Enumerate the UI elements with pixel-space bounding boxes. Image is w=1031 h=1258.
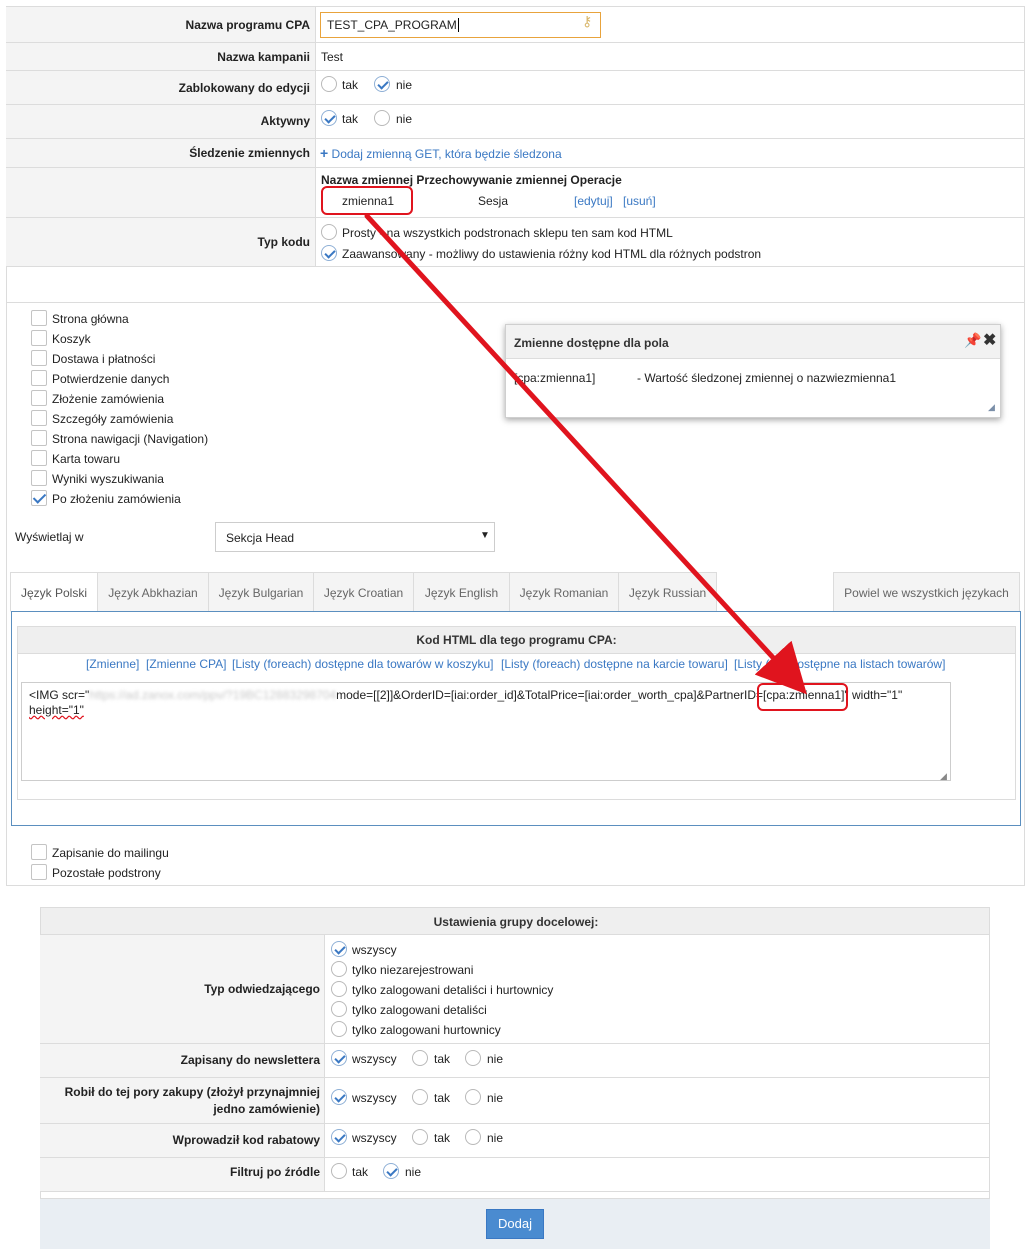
newsletter-label: Zapisany do newslettera [180,1053,320,1067]
visitor-type-radio[interactable] [331,961,347,977]
visitor-type-option-label: tylko niezarejestrowani [352,963,474,977]
newsletter-yes-label: tak [434,1052,451,1066]
coupon-no-label: nie [487,1131,504,1145]
visitor-type-option-label: tylko zalogowani hurtownicy [352,1023,501,1037]
coupon-no-radio[interactable] [465,1129,481,1145]
visitor-type-radio[interactable] [331,981,347,997]
purchased-yes-label: tak [434,1091,451,1105]
visitor-type-radio[interactable] [331,1001,347,1017]
row-source: Filtruj po źródle [40,1158,990,1192]
source-yes-radio[interactable] [331,1163,347,1179]
newsletter-all-radio[interactable] [331,1050,347,1066]
purchased-all-radio[interactable] [331,1089,347,1105]
coupon-all-radio[interactable] [331,1129,347,1145]
source-label: Filtruj po źródle [230,1165,320,1179]
coupon-label: Wprowadził kod rabatowy [172,1133,320,1147]
visitor-type-radio[interactable] [331,941,347,957]
target-group-header: Ustawienia grupy docelowej: [433,915,599,929]
visitor-type-option-label: tylko zalogowani detaliści [352,1003,487,1017]
purchased-all-label: wszyscy [352,1091,397,1105]
source-no-label: nie [405,1165,422,1179]
target-group-header-row: Ustawienia grupy docelowej: [40,907,990,935]
coupon-yes-radio[interactable] [412,1129,428,1145]
add-button[interactable]: Dodaj [486,1209,544,1239]
visitor-type-option-label: tylko zalogowani detaliści i hurtownicy [352,983,554,997]
coupon-all-label: wszyscy [352,1131,397,1145]
source-yes-label: tak [352,1165,369,1179]
newsletter-no-label: nie [487,1052,504,1066]
newsletter-all-label: wszyscy [352,1052,397,1066]
purchased-label: Robił do tej pory zakupy (złożył przynaj… [64,1085,320,1116]
visitor-type-radio[interactable] [331,1021,347,1037]
newsletter-no-radio[interactable] [465,1050,481,1066]
row-coupon: Wprowadził kod rabatowy [40,1124,990,1158]
visitor-type-label: Typ odwiedzającego [204,982,320,996]
coupon-yes-label: tak [434,1131,451,1145]
row-purchased: Robił do tej pory zakupy (złożył przynaj… [40,1078,990,1124]
visitor-type-option-label: wszyscy [352,943,397,957]
purchased-yes-radio[interactable] [412,1089,428,1105]
source-no-radio[interactable] [383,1163,399,1179]
row-newsletter: Zapisany do newslettera [40,1044,990,1078]
purchased-no-radio[interactable] [465,1089,481,1105]
purchased-no-label: nie [487,1091,504,1105]
newsletter-yes-radio[interactable] [412,1050,428,1066]
